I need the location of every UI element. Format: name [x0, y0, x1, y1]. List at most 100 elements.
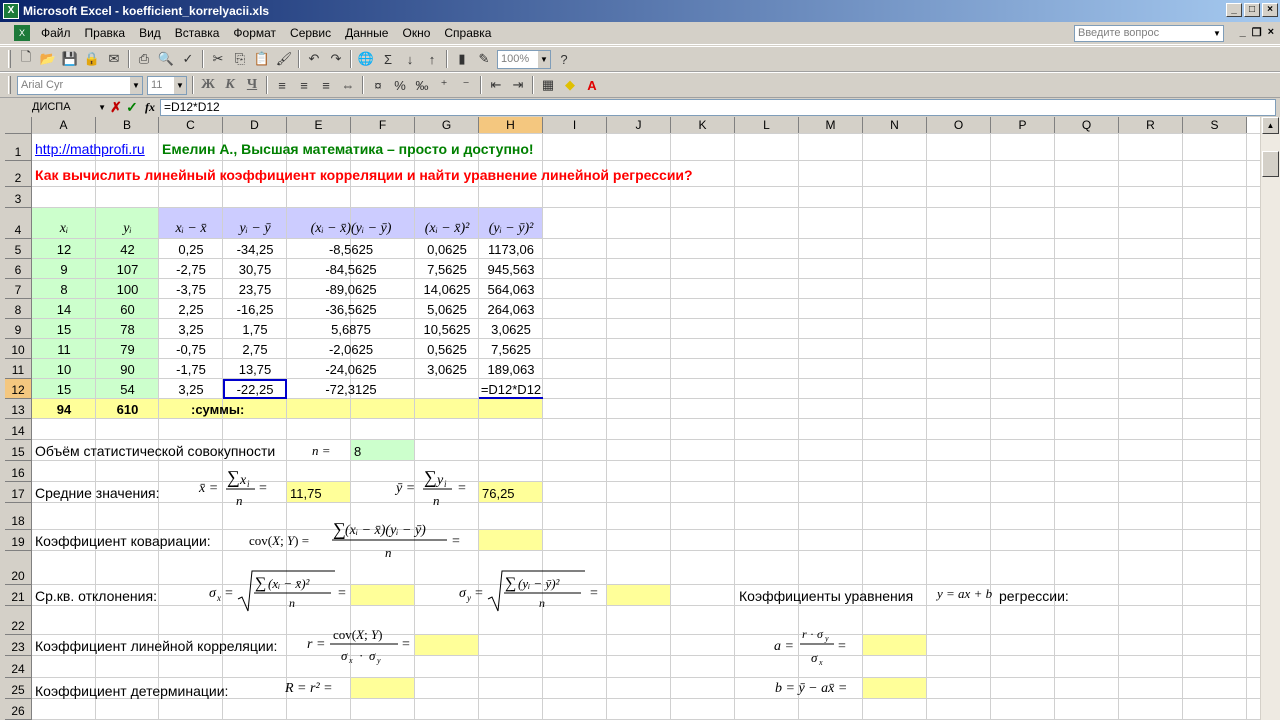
- menu-window[interactable]: Окно: [395, 22, 437, 45]
- print-preview-icon[interactable]: 🔍: [155, 48, 177, 70]
- row-header-4[interactable]: 4: [5, 208, 32, 239]
- cell-x-dev-row10[interactable]: -0,75: [159, 339, 223, 359]
- row-header-6[interactable]: 6: [5, 259, 32, 279]
- menu-tools[interactable]: Сервис: [283, 22, 338, 45]
- column-header-s[interactable]: S: [1183, 117, 1247, 134]
- percent-icon[interactable]: %: [389, 74, 411, 96]
- cell-x-row7[interactable]: 8: [32, 279, 96, 299]
- italic-button[interactable]: К: [219, 77, 241, 93]
- email-icon[interactable]: ✉: [103, 48, 125, 70]
- cell-y-row12[interactable]: 54: [96, 379, 159, 399]
- cell-xy-dev-row11[interactable]: -24,0625: [287, 359, 415, 379]
- row-header-10[interactable]: 10: [5, 339, 32, 359]
- redo-icon[interactable]: ↷: [325, 48, 347, 70]
- column-header-o[interactable]: O: [927, 117, 991, 134]
- row-header-16[interactable]: 16: [5, 461, 32, 482]
- maximize-button[interactable]: □: [1244, 3, 1260, 17]
- mean-x-value[interactable]: 11,75: [290, 482, 322, 503]
- cell-y-row7[interactable]: 100: [96, 279, 159, 299]
- decrease-decimal-icon[interactable]: ⁻: [455, 74, 477, 96]
- save-icon[interactable]: 💾: [59, 48, 81, 70]
- column-header-r[interactable]: R: [1119, 117, 1183, 134]
- row-header-23[interactable]: 23: [5, 635, 32, 656]
- row-header-22[interactable]: 22: [5, 606, 32, 635]
- menu-edit[interactable]: Правка: [78, 22, 133, 45]
- increase-decimal-icon[interactable]: ⁺: [433, 74, 455, 96]
- row-header-21[interactable]: 21: [5, 585, 32, 606]
- cell-y-dev-sq-row5[interactable]: 1173,06: [479, 239, 543, 259]
- cell-y-dev-sq-row7[interactable]: 564,063: [479, 279, 543, 299]
- cell-xy-dev-row8[interactable]: -36,5625: [287, 299, 415, 319]
- row-header-1[interactable]: 1: [5, 134, 32, 161]
- cell-x-dev-row7[interactable]: -3,75: [159, 279, 223, 299]
- cell-x-dev-row6[interactable]: -2,75: [159, 259, 223, 279]
- cell-y-dev-sq-row6[interactable]: 945,563: [479, 259, 543, 279]
- fill-color-icon[interactable]: ◆: [559, 74, 581, 96]
- row-header-12[interactable]: 12: [5, 379, 32, 399]
- column-header-i[interactable]: I: [543, 117, 607, 134]
- borders-icon[interactable]: ▦: [537, 74, 559, 96]
- cut-icon[interactable]: ✂: [207, 48, 229, 70]
- align-right-icon[interactable]: ≡: [315, 74, 337, 96]
- underline-button[interactable]: Ч: [241, 77, 263, 93]
- font-size-select[interactable]: 11 ▼: [147, 75, 187, 95]
- cell-y-dev-row6[interactable]: 30,75: [223, 259, 287, 279]
- merge-center-icon[interactable]: ⇔: [337, 74, 359, 96]
- format-painter-icon[interactable]: 🖌: [273, 48, 295, 70]
- selected-cell-d12[interactable]: [223, 379, 287, 399]
- paste-icon[interactable]: 📋: [251, 48, 273, 70]
- n-value[interactable]: 8: [354, 440, 361, 461]
- cell-x-dev-row9[interactable]: 3,25: [159, 319, 223, 339]
- currency-icon[interactable]: ¤: [367, 74, 389, 96]
- cell-x-dev-sq-row5[interactable]: 0,0625: [415, 239, 479, 259]
- undo-icon[interactable]: ↶: [303, 48, 325, 70]
- row-header-8[interactable]: 8: [5, 299, 32, 319]
- row-header-20[interactable]: 20: [5, 551, 32, 585]
- row-header-17[interactable]: 17: [5, 482, 32, 503]
- cell-x-dev-sq-row7[interactable]: 14,0625: [415, 279, 479, 299]
- cell-x-row10[interactable]: 11: [32, 339, 96, 359]
- decrease-indent-icon[interactable]: ⇤: [485, 74, 507, 96]
- bold-button[interactable]: Ж: [197, 77, 219, 93]
- mathprofi-link[interactable]: http://mathprofi.ru: [35, 141, 145, 157]
- column-header-m[interactable]: M: [799, 117, 863, 134]
- copy-icon[interactable]: ⎘: [229, 48, 251, 70]
- cell-y-dev-row8[interactable]: -16,25: [223, 299, 287, 319]
- cancel-icon[interactable]: ✗: [108, 99, 124, 116]
- cell-y-dev-row5[interactable]: -34,25: [223, 239, 287, 259]
- row-header-25[interactable]: 25: [5, 678, 32, 699]
- cell-y-dev-sq-row12[interactable]: =D12*D12: [479, 379, 543, 399]
- cell-y-dev-sq-row9[interactable]: 3,0625: [479, 319, 543, 339]
- permission-icon[interactable]: 🔒: [81, 48, 103, 70]
- zoom-select[interactable]: 100% ▼: [497, 49, 551, 69]
- scroll-up-icon[interactable]: ▲: [1262, 117, 1279, 134]
- column-header-c[interactable]: C: [159, 117, 223, 134]
- cell-x-row9[interactable]: 15: [32, 319, 96, 339]
- drawing-icon[interactable]: ✎: [473, 48, 495, 70]
- doc-close-button[interactable]: ×: [1268, 26, 1274, 39]
- align-left-icon[interactable]: ≡: [271, 74, 293, 96]
- chart-wizard-icon[interactable]: ▮: [451, 48, 473, 70]
- row-header-14[interactable]: 14: [5, 419, 32, 440]
- cell-y-row6[interactable]: 107: [96, 259, 159, 279]
- hyperlink-icon[interactable]: 🌐: [355, 48, 377, 70]
- column-header-g[interactable]: G: [415, 117, 479, 134]
- row-header-18[interactable]: 18: [5, 503, 32, 530]
- cell-x-row8[interactable]: 14: [32, 299, 96, 319]
- cell-y-row11[interactable]: 90: [96, 359, 159, 379]
- row-header-15[interactable]: 15: [5, 440, 32, 461]
- cell-x-row12[interactable]: 15: [32, 379, 96, 399]
- menu-insert[interactable]: Вставка: [168, 22, 227, 45]
- font-select[interactable]: Arial Cyr ▼: [17, 75, 143, 95]
- minimize-button[interactable]: _: [1226, 3, 1242, 17]
- increase-indent-icon[interactable]: ⇥: [507, 74, 529, 96]
- row-header-9[interactable]: 9: [5, 319, 32, 339]
- font-color-icon[interactable]: A: [581, 74, 603, 96]
- sort-desc-icon[interactable]: ↑: [421, 48, 443, 70]
- cell-x-row6[interactable]: 9: [32, 259, 96, 279]
- close-button[interactable]: ×: [1262, 3, 1278, 17]
- print-icon[interactable]: ⎙: [133, 48, 155, 70]
- scroll-thumb[interactable]: [1262, 151, 1279, 177]
- sum-y[interactable]: 610: [96, 399, 159, 419]
- cell-x-dev-row8[interactable]: 2,25: [159, 299, 223, 319]
